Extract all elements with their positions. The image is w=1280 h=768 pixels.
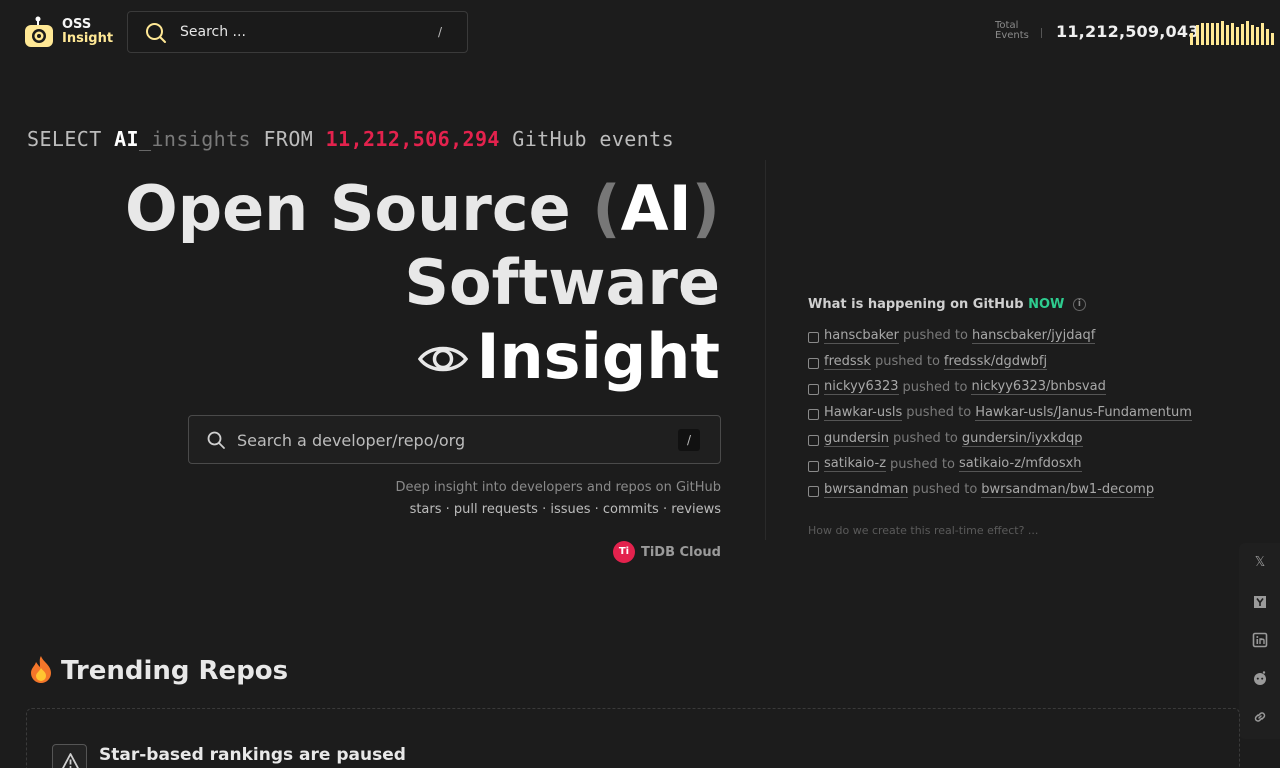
sql-headline: SELECT AI_insights FROM 11,212,506,294 G… [27,127,674,151]
info-icon[interactable]: i [1072,298,1086,311]
event-verb: pushed to [890,456,955,472]
live-event-item: gundersin pushed to gundersin/iyxkdqp [808,426,1238,452]
event-user-link[interactable]: nickyy6323 [824,379,899,396]
event-verb: pushed to [902,379,968,395]
search-icon [146,23,166,43]
logo-text-oss: OSS [62,17,92,32]
hero-title-line3: Insight [125,320,720,398]
event-verb: pushed to [892,431,958,447]
hero-paren-close: ) [691,172,720,245]
event-repo-link[interactable]: gundersin/iyxkdqp [961,431,1083,447]
event-verb: pushed to [912,482,978,498]
hero-title-line1: Open Source (AI) [125,172,720,246]
header-search-shortcut: / [437,25,443,39]
hero-features: stars · pull requests · issues · commits… [409,502,721,517]
rankings-paused-notice: Star-based rankings are paused [99,745,406,765]
sql-github-events: GitHub events [512,127,675,151]
hero-search-shortcut: / [678,429,700,451]
live-feed-title-prefix: What is happening on GitHub [808,297,1024,312]
logo-text-insight: Insight [62,31,114,46]
social-share-bar: 𝕏 [1239,543,1280,739]
hero-software: Software [404,246,720,319]
sql-insights-word: _insights [139,127,251,151]
hero-ai-word: AI [620,172,692,245]
logo-robot-icon [25,16,53,47]
events-sparkline [1190,21,1274,45]
sql-ai-word: AI [114,127,139,151]
event-verb: pushed to [903,328,968,344]
sql-select-keyword: SELECT [27,127,102,151]
event-repo-link[interactable]: fredssk/dgdwbfj [943,354,1048,370]
sql-from-keyword: FROM [263,127,314,151]
event-user-link[interactable]: gundersin [824,431,889,447]
hero-title: Open Source (AI) Software Insight [125,172,720,398]
eye-icon [418,318,469,392]
event-user-link[interactable]: fredssk [824,354,871,370]
event-user-link[interactable]: Hawkar-usls [824,405,903,421]
event-verb: pushed to [906,405,972,421]
live-event-item: bwrsandman pushed to bwrsandman/bw1-decomp [808,477,1238,503]
total-events-label-line2: Events [995,30,1029,41]
event-verb: pushed to [874,354,940,370]
oss-insight-logo[interactable]: OSS Insight [24,14,114,50]
total-events-label: Total Events [995,21,1029,41]
hero-insight: Insight [476,320,720,393]
tidb-logo-icon: Ti [612,541,635,563]
x-icon[interactable]: 𝕏 [1251,554,1269,572]
hero-search-input[interactable]: Search a developer/repo/org / [188,415,721,464]
repo-icon [808,435,819,447]
event-user-link[interactable]: hanscbaker [824,328,899,344]
hero-tagline: Deep insight into developers and repos o… [395,480,721,495]
live-event-item: satikaio-z pushed to satikaio-z/mfdosxh [808,451,1238,477]
hero-open-source: Open Source [125,172,571,245]
repo-icon [808,486,819,498]
warning-icon [52,744,87,768]
repo-icon [808,460,819,472]
live-feed-title: What is happening on GitHub NOW i [808,297,1086,312]
total-events-count: 11,212,509,043 [1056,22,1200,41]
repo-icon [808,358,819,370]
live-event-item: nickyy6323 pushed to nickyy6323/bnbsvad [808,374,1238,400]
live-event-item: Hawkar-usls pushed to Hawkar-usls/Janus-Fu… [808,400,1238,426]
hero-search-placeholder: Search a developer/repo/org [237,431,466,450]
top-header: OSS Insight Search ... / Total Events 11… [0,0,1280,64]
realtime-explainer-link[interactable]: How do we create this real-time effect? … [808,524,1038,537]
link-icon[interactable] [1251,708,1269,726]
live-event-item: fredssk pushed to fredssk/dgdwbfj [808,349,1238,375]
repo-icon [808,383,819,395]
tidb-cloud-badge[interactable]: Ti TiDB Cloud [612,541,721,563]
event-user-link[interactable]: bwrsandman [824,482,909,498]
live-event-list: hanscbaker pushed to hanscbaker/jyjdaqf fre… [808,323,1238,503]
repo-icon [808,409,819,421]
search-icon [207,431,225,449]
fire-icon [31,655,51,683]
trending-repos-heading: Trending Repos [27,655,289,687]
event-repo-link[interactable]: bwrsandman/bw1-decomp [981,482,1155,498]
tidb-cloud-label: TiDB Cloud [640,544,721,560]
live-event-item: hanscbaker pushed to hanscbaker/jyjdaqf [808,323,1238,349]
event-repo-link[interactable]: satikaio-z/mfdosxh [958,456,1082,473]
header-search-placeholder: Search ... [180,24,246,40]
event-repo-link[interactable]: hanscbaker/jyjdaqf [971,328,1096,344]
repo-icon [808,332,819,344]
event-repo-link[interactable]: Hawkar-usls/Janus-Fundamentum [975,405,1192,421]
event-user-link[interactable]: satikaio-z [824,456,887,473]
hero-paren-open: ( [592,172,621,245]
reddit-icon[interactable] [1251,669,1269,687]
trending-repos-title: Trending Repos [61,656,289,686]
header-search-box[interactable]: Search ... / [127,11,468,53]
header-separator [1041,28,1042,38]
event-repo-link[interactable]: nickyy6323/bnbsvad [971,379,1106,396]
hero-divider [765,160,766,540]
ycombinator-icon[interactable] [1251,593,1269,611]
sql-event-count: 11,212,506,294 [325,127,500,151]
linkedin-icon[interactable] [1251,631,1269,649]
live-feed-now: NOW [1028,297,1065,312]
